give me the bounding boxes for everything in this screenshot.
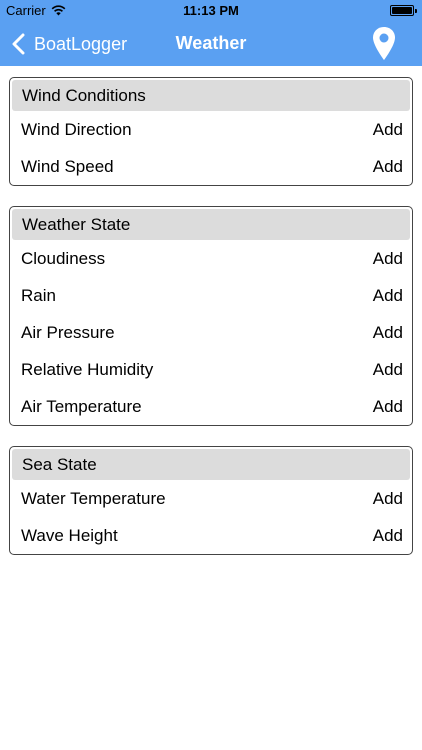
row-label: Relative Humidity — [21, 359, 154, 379]
section-weather-state: Weather State Cloudiness Add Rain Add Ai… — [9, 206, 413, 426]
add-button[interactable]: Add — [373, 323, 403, 343]
chevron-left-icon — [12, 33, 25, 55]
back-label: BoatLogger — [34, 33, 128, 54]
add-button[interactable]: Add — [373, 489, 403, 509]
status-time: 11:13 PM — [183, 3, 239, 18]
add-button[interactable]: Add — [373, 360, 403, 380]
list-item-wave-height[interactable]: Wave Height Add — [10, 517, 412, 554]
section-header: Sea State — [12, 449, 410, 480]
add-button[interactable]: Add — [373, 526, 403, 546]
row-label: Air Temperature — [21, 396, 142, 416]
list-item-wind-speed[interactable]: Wind Speed Add — [10, 148, 412, 185]
list-item-relative-humidity[interactable]: Relative Humidity Add — [10, 351, 412, 388]
back-button[interactable]: BoatLogger — [10, 22, 127, 66]
add-button[interactable]: Add — [373, 397, 403, 417]
list-item-wind-direction[interactable]: Wind Direction Add — [10, 111, 412, 148]
add-button[interactable]: Add — [373, 120, 403, 140]
status-bar: Carrier 11:13 PM — [0, 0, 422, 22]
row-label: Rain — [21, 285, 56, 305]
section-header: Weather State — [12, 209, 410, 240]
section-header: Wind Conditions — [12, 80, 410, 111]
section-wind-conditions: Wind Conditions Wind Direction Add Wind … — [9, 77, 413, 186]
list-item-water-temperature[interactable]: Water Temperature Add — [10, 480, 412, 517]
map-pin-icon[interactable] — [372, 26, 396, 62]
row-label: Wind Speed — [21, 156, 114, 176]
row-label: Wind Direction — [21, 119, 132, 139]
list-item-air-temperature[interactable]: Air Temperature Add — [10, 388, 412, 425]
add-button[interactable]: Add — [373, 249, 403, 269]
battery-icon — [390, 5, 417, 16]
list-item-air-pressure[interactable]: Air Pressure Add — [10, 314, 412, 351]
section-sea-state: Sea State Water Temperature Add Wave Hei… — [9, 446, 413, 555]
list-item-cloudiness[interactable]: Cloudiness Add — [10, 240, 412, 277]
row-label: Wave Height — [21, 525, 118, 545]
add-button[interactable]: Add — [373, 286, 403, 306]
nav-bar: BoatLogger Weather — [0, 22, 422, 66]
add-button[interactable]: Add — [373, 157, 403, 177]
row-label: Water Temperature — [21, 488, 166, 508]
row-label: Air Pressure — [21, 322, 115, 342]
list-item-rain[interactable]: Rain Add — [10, 277, 412, 314]
row-label: Cloudiness — [21, 248, 106, 268]
